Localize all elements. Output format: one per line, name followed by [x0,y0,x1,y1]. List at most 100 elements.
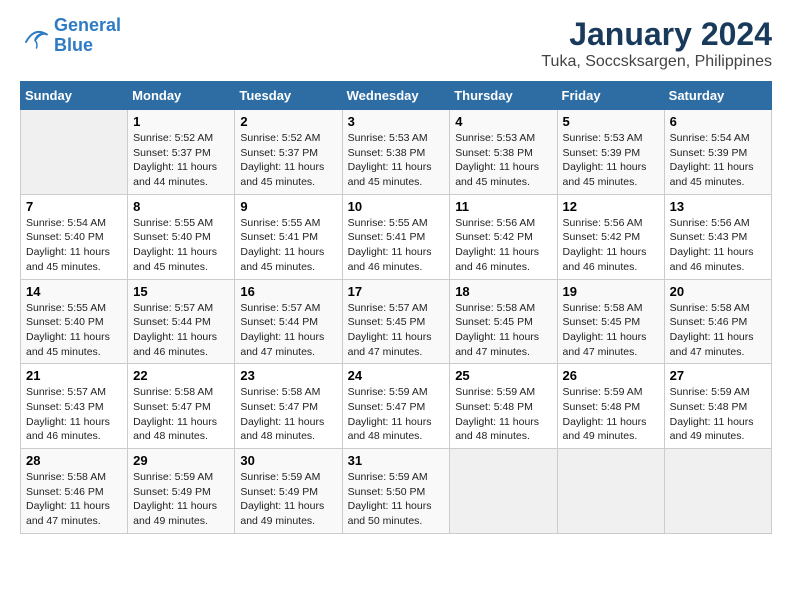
calendar-cell: 2 Sunrise: 5:52 AMSunset: 5:37 PMDaylight… [235,110,342,195]
day-info: Sunrise: 5:55 AMSunset: 5:41 PMDaylight:… [348,216,445,275]
calendar-cell: 30Sunrise: 5:59 AMSunset: 5:49 PMDayligh… [235,449,342,534]
calendar-cell [557,449,664,534]
calendar-cell: 7 Sunrise: 5:54 AMSunset: 5:40 PMDaylight… [21,194,128,279]
calendar-cell: 6 Sunrise: 5:54 AMSunset: 5:39 PMDaylight… [664,110,771,195]
day-number: 21 [26,368,122,383]
day-info: Sunrise: 5:58 AMSunset: 5:47 PMDaylight:… [133,385,229,444]
calendar-cell: 31 Sunrise: 5:59 AMSunset: 5:50 PMDayligh… [342,449,450,534]
day-info: Sunrise: 5:55 AMSunset: 5:41 PMDaylight:… [240,216,336,275]
calendar-week-4: 28 Sunrise: 5:58 AMSunset: 5:46 PMDayligh… [21,449,772,534]
day-info: Sunrise: 5:56 AMSunset: 5:42 PMDaylight:… [455,216,551,275]
header-row: Sunday Monday Tuesday Wednesday Thursday… [21,82,772,110]
calendar-cell [21,110,128,195]
day-number: 22 [133,368,229,383]
calendar-cell: 4 Sunrise: 5:53 AMSunset: 5:38 PMDaylight… [450,110,557,195]
day-number: 13 [670,199,766,214]
calendar-header: Sunday Monday Tuesday Wednesday Thursday… [21,82,772,110]
calendar-cell: 12 Sunrise: 5:56 AMSunset: 5:42 PMDayligh… [557,194,664,279]
day-info: Sunrise: 5:59 AMSunset: 5:48 PMDaylight:… [563,385,659,444]
calendar-cell: 28 Sunrise: 5:58 AMSunset: 5:46 PMDayligh… [21,449,128,534]
day-number: 14 [26,284,122,299]
calendar-cell: 5 Sunrise: 5:53 AMSunset: 5:39 PMDaylight… [557,110,664,195]
col-monday: Monday [128,82,235,110]
calendar-cell: 27 Sunrise: 5:59 AMSunset: 5:48 PMDayligh… [664,364,771,449]
day-info: Sunrise: 5:57 AMSunset: 5:43 PMDaylight:… [26,385,122,444]
day-info: Sunrise: 5:52 AMSunset: 5:37 PMDaylight:… [240,131,336,190]
day-info: Sunrise: 5:59 AMSunset: 5:47 PMDaylight:… [348,385,445,444]
col-tuesday: Tuesday [235,82,342,110]
calendar-week-3: 21 Sunrise: 5:57 AMSunset: 5:43 PMDayligh… [21,364,772,449]
day-info: Sunrise: 5:56 AMSunset: 5:42 PMDaylight:… [563,216,659,275]
title-block: January 2024 Tuka, Soccsksargen, Philipp… [541,16,772,71]
calendar-cell: 8 Sunrise: 5:55 AMSunset: 5:40 PMDaylight… [128,194,235,279]
day-number: 27 [670,368,766,383]
day-number: 18 [455,284,551,299]
day-info: Sunrise: 5:53 AMSunset: 5:39 PMDaylight:… [563,131,659,190]
day-number: 29 [133,453,229,468]
day-info: Sunrise: 5:53 AMSunset: 5:38 PMDaylight:… [455,131,551,190]
calendar-cell: 21 Sunrise: 5:57 AMSunset: 5:43 PMDayligh… [21,364,128,449]
calendar-cell: 22 Sunrise: 5:58 AMSunset: 5:47 PMDayligh… [128,364,235,449]
day-info: Sunrise: 5:59 AMSunset: 5:48 PMDaylight:… [670,385,766,444]
calendar-cell: 29Sunrise: 5:59 AMSunset: 5:49 PMDayligh… [128,449,235,534]
calendar-cell: 1Sunrise: 5:52 AMSunset: 5:37 PMDaylight… [128,110,235,195]
logo: General Blue [20,16,121,56]
day-info: Sunrise: 5:52 AMSunset: 5:37 PMDaylight:… [133,131,229,190]
calendar-cell: 25Sunrise: 5:59 AMSunset: 5:48 PMDayligh… [450,364,557,449]
day-info: Sunrise: 5:58 AMSunset: 5:47 PMDaylight:… [240,385,336,444]
day-number: 30 [240,453,336,468]
col-friday: Friday [557,82,664,110]
logo-icon [20,21,50,51]
col-sunday: Sunday [21,82,128,110]
logo-text: General Blue [54,16,121,56]
day-number: 12 [563,199,659,214]
day-info: Sunrise: 5:54 AMSunset: 5:39 PMDaylight:… [670,131,766,190]
day-number: 9 [240,199,336,214]
day-number: 10 [348,199,445,214]
calendar-cell: 20 Sunrise: 5:58 AMSunset: 5:46 PMDayligh… [664,279,771,364]
day-info: Sunrise: 5:57 AMSunset: 5:44 PMDaylight:… [240,301,336,360]
calendar-cell: 24 Sunrise: 5:59 AMSunset: 5:47 PMDayligh… [342,364,450,449]
day-number: 6 [670,114,766,129]
calendar-cell: 26Sunrise: 5:59 AMSunset: 5:48 PMDayligh… [557,364,664,449]
calendar-cell: 11 Sunrise: 5:56 AMSunset: 5:42 PMDayligh… [450,194,557,279]
day-number: 20 [670,284,766,299]
day-number: 3 [348,114,445,129]
day-number: 5 [563,114,659,129]
calendar-cell [450,449,557,534]
calendar-week-0: 1Sunrise: 5:52 AMSunset: 5:37 PMDaylight… [21,110,772,195]
calendar-cell: 10 Sunrise: 5:55 AMSunset: 5:41 PMDayligh… [342,194,450,279]
calendar-cell: 19Sunrise: 5:58 AMSunset: 5:45 PMDayligh… [557,279,664,364]
day-number: 31 [348,453,445,468]
calendar-cell: 23 Sunrise: 5:58 AMSunset: 5:47 PMDayligh… [235,364,342,449]
page-title: January 2024 [541,16,772,53]
day-info: Sunrise: 5:59 AMSunset: 5:50 PMDaylight:… [348,470,445,529]
day-info: Sunrise: 5:56 AMSunset: 5:43 PMDaylight:… [670,216,766,275]
day-number: 23 [240,368,336,383]
calendar-cell [664,449,771,534]
day-number: 25 [455,368,551,383]
calendar-cell: 18 Sunrise: 5:58 AMSunset: 5:45 PMDayligh… [450,279,557,364]
day-number: 24 [348,368,445,383]
day-number: 4 [455,114,551,129]
calendar-cell: 3Sunrise: 5:53 AMSunset: 5:38 PMDaylight… [342,110,450,195]
day-info: Sunrise: 5:54 AMSunset: 5:40 PMDaylight:… [26,216,122,275]
day-number: 8 [133,199,229,214]
day-number: 16 [240,284,336,299]
day-info: Sunrise: 5:58 AMSunset: 5:46 PMDaylight:… [670,301,766,360]
day-number: 17 [348,284,445,299]
calendar-week-2: 14Sunrise: 5:55 AMSunset: 5:40 PMDayligh… [21,279,772,364]
day-info: Sunrise: 5:55 AMSunset: 5:40 PMDaylight:… [133,216,229,275]
col-wednesday: Wednesday [342,82,450,110]
day-number: 28 [26,453,122,468]
day-number: 2 [240,114,336,129]
day-info: Sunrise: 5:58 AMSunset: 5:45 PMDaylight:… [455,301,551,360]
col-thursday: Thursday [450,82,557,110]
calendar-cell: 9 Sunrise: 5:55 AMSunset: 5:41 PMDaylight… [235,194,342,279]
day-number: 7 [26,199,122,214]
calendar-table: Sunday Monday Tuesday Wednesday Thursday… [20,81,772,534]
day-number: 11 [455,199,551,214]
day-info: Sunrise: 5:58 AMSunset: 5:46 PMDaylight:… [26,470,122,529]
page-subtitle: Tuka, Soccsksargen, Philippines [541,53,772,71]
calendar-body: 1Sunrise: 5:52 AMSunset: 5:37 PMDaylight… [21,110,772,534]
